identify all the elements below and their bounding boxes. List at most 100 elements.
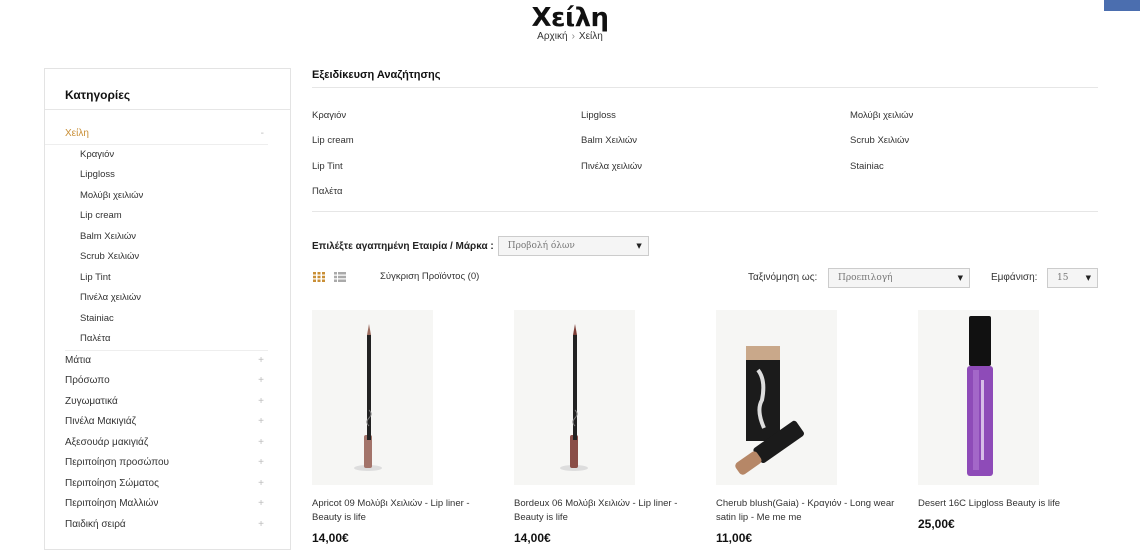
category-label: Πρόσωπο — [65, 375, 110, 386]
breadcrumb: Αρχική › Χείλη — [0, 31, 1140, 42]
product-name[interactable]: Bordeux 06 Μολύβι Χειλιών - Lip liner - … — [514, 497, 699, 525]
subcategory-list: Κραγιόν Lipgloss Μολύβι χειλιών Lip crea… — [45, 145, 290, 350]
refine-link[interactable]: Παλέτα — [312, 186, 581, 211]
product-card[interactable]: Desert 16C Lipgloss Beauty is life 25,00… — [918, 310, 1103, 531]
category-label: Περιποίηση Σώματος — [65, 477, 159, 489]
grid-view-icon[interactable] — [313, 272, 325, 282]
category-label: Περιποίηση Μαλλιών — [65, 498, 159, 509]
limit-select-value: 15 — [1057, 273, 1069, 283]
breadcrumb-current: Χείλη — [578, 31, 603, 42]
expand-icon[interactable]: + — [258, 412, 264, 433]
refine-link[interactable]: Balm Χειλιών — [581, 135, 850, 160]
subcategory-item[interactable]: Πινέλα χειλιών — [45, 288, 290, 309]
subcategory-item[interactable]: Balm Χειλιών — [45, 227, 290, 248]
page-title: Χείλη — [531, 3, 609, 33]
category-label: Αξεσουάρ μακιγιάζ — [65, 436, 149, 448]
refine-link[interactable]: Lipgloss — [581, 110, 850, 135]
lipstick-with-box-icon — [716, 310, 837, 485]
category-item[interactable]: Περιποίηση Σώματος + — [45, 474, 290, 495]
sort-select[interactable]: Προεπιλογή ▼ — [828, 268, 970, 288]
subcategory-item[interactable]: Lipgloss — [45, 165, 290, 186]
list-view-icon[interactable] — [334, 272, 346, 282]
limit-label: Εμφάνιση: — [991, 272, 1038, 283]
product-price: 14,00€ — [514, 531, 551, 545]
category-item[interactable]: Περιποίηση Μαλλιών + — [45, 494, 290, 515]
refine-link[interactable]: Κραγιόν — [312, 110, 581, 135]
sidebar-title: Κατηγορίες — [45, 69, 290, 110]
category-label: Πινέλα Μακιγιάζ — [65, 416, 137, 427]
category-item[interactable]: Πρόσωπο + — [45, 371, 290, 392]
chevron-down-icon: ▼ — [957, 274, 963, 282]
category-item-lips[interactable]: Χείλη - — [45, 124, 268, 145]
chevron-down-icon: ▼ — [1085, 274, 1091, 282]
product-image[interactable] — [312, 310, 433, 485]
category-list: Χείλη - Κραγιόν Lipgloss Μολύβι χειλιών … — [45, 110, 290, 535]
subcategory-item[interactable]: Lip Tint — [45, 268, 290, 289]
product-price: 14,00€ — [312, 531, 349, 545]
category-item[interactable]: Ζυγωματικά + — [45, 392, 290, 413]
subcategory-item[interactable]: Stainiac — [45, 309, 290, 330]
refine-link[interactable]: Lip cream — [312, 135, 581, 160]
product-toolbar: Σύγκριση Προϊόντος (0) Ταξινόμηση ως: Πρ… — [312, 268, 1098, 288]
expand-icon[interactable]: + — [258, 515, 264, 536]
product-image[interactable] — [716, 310, 837, 485]
product-compare-link[interactable]: Σύγκριση Προϊόντος (0) — [380, 271, 479, 282]
product-name[interactable]: Apricot 09 Μολύβι Χειλιών - Lip liner - … — [312, 497, 497, 525]
expand-icon[interactable]: + — [258, 433, 264, 454]
subcategory-item[interactable]: Παλέτα — [45, 329, 290, 350]
sort-select-value: Προεπιλογή — [838, 273, 893, 283]
refine-link[interactable]: Μολύβι χειλιών — [850, 110, 1098, 135]
refine-link[interactable]: Lip Tint — [312, 161, 581, 186]
brand-filter-label: Επιλέξτε αγαπημένη Εταιρία / Μάρκα : — [312, 240, 494, 252]
product-card[interactable]: Cherub blush(Gaia) - Κραγιόν - Long wear… — [716, 310, 901, 545]
expand-icon[interactable]: + — [258, 351, 264, 372]
expand-icon[interactable]: + — [258, 371, 264, 392]
breadcrumb-home-link[interactable]: Αρχική — [537, 31, 567, 42]
refine-link[interactable]: Πινέλα χειλιών — [581, 161, 850, 186]
category-item[interactable]: Παιδική σειρά + — [45, 515, 290, 536]
category-label: Μάτια — [65, 354, 92, 366]
brand-select[interactable]: Προβολή όλων ▼ — [497, 236, 649, 256]
category-label: Περιποίηση προσώπου — [65, 457, 169, 468]
subcategory-item[interactable]: Lip cream — [45, 206, 290, 227]
lip-liner-pencil-icon — [514, 310, 635, 485]
product-price: 11,00€ — [716, 531, 753, 545]
page-header: Χείλη Αρχική › Χείλη — [0, 0, 1140, 42]
product-price: 25,00€ — [918, 517, 955, 531]
sort-label: Ταξινόμηση ως: — [748, 272, 818, 283]
product-image[interactable] — [514, 310, 635, 485]
category-item[interactable]: Μάτια + — [45, 351, 290, 372]
refine-search-title: Εξειδίκευση Αναζήτησης — [312, 68, 1098, 88]
refine-link[interactable]: Stainiac — [850, 161, 1098, 186]
category-item[interactable]: Περιποίηση προσώπου + — [45, 453, 290, 474]
product-name[interactable]: Cherub blush(Gaia) - Κραγιόν - Long wear… — [716, 497, 901, 525]
breadcrumb-separator: › — [571, 31, 575, 42]
refine-link[interactable]: Scrub Χειλιών — [850, 135, 1098, 160]
category-item[interactable]: Πινέλα Μακιγιάζ + — [45, 412, 290, 433]
category-label: Παιδική σειρά — [65, 518, 126, 530]
category-label: Χείλη — [65, 128, 89, 139]
product-card[interactable]: Bordeux 06 Μολύβι Χειλιών - Lip liner - … — [514, 310, 699, 545]
lip-liner-pencil-icon — [312, 310, 433, 485]
expand-icon[interactable]: + — [258, 453, 264, 474]
lipgloss-tube-icon — [918, 310, 1039, 485]
category-sidebar: Κατηγορίες Χείλη - Κραγιόν Lipgloss Μολύ… — [44, 68, 291, 550]
category-label: Ζυγωματικά — [65, 395, 118, 407]
product-image[interactable] — [918, 310, 1039, 485]
refine-search-links: Κραγιόν Lipgloss Μολύβι χειλιών Lip crea… — [312, 88, 1098, 212]
brand-select-value: Προβολή όλων — [507, 241, 575, 251]
product-card[interactable]: Apricot 09 Μολύβι Χειλιών - Lip liner - … — [312, 310, 497, 545]
main-content: Εξειδίκευση Αναζήτησης Κραγιόν Lipgloss … — [312, 68, 1098, 545]
expand-icon[interactable]: + — [258, 474, 264, 495]
subcategory-item[interactable]: Scrub Χειλιών — [45, 247, 290, 268]
subcategory-item[interactable]: Κραγιόν — [45, 145, 290, 166]
brand-filter: Επιλέξτε αγαπημένη Εταιρία / Μάρκα : Προ… — [312, 236, 649, 256]
category-item[interactable]: Αξεσουάρ μακιγιάζ + — [45, 433, 290, 454]
expand-icon[interactable]: + — [258, 494, 264, 515]
chevron-down-icon: ▼ — [636, 242, 642, 250]
product-name[interactable]: Desert 16C Lipgloss Beauty is life — [918, 497, 1103, 511]
expand-icon[interactable]: + — [258, 392, 264, 413]
subcategory-item[interactable]: Μολύβι χειλιών — [45, 186, 290, 207]
limit-select[interactable]: 15 ▼ — [1047, 268, 1098, 288]
collapse-icon[interactable]: - — [261, 124, 264, 145]
